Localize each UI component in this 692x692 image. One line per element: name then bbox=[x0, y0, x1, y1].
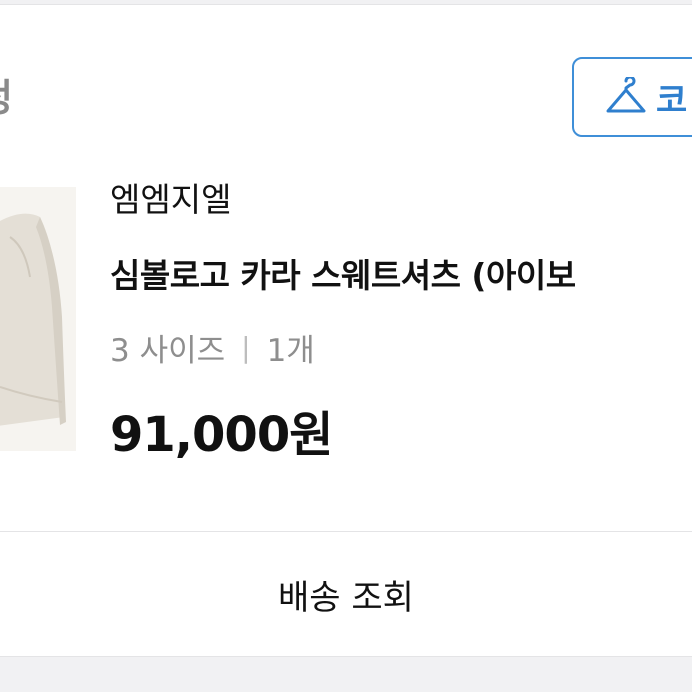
product-price: 91,000원 bbox=[110, 407, 333, 463]
order-status-title: 정 bbox=[0, 67, 13, 122]
section-divider bbox=[0, 658, 692, 692]
hanger-icon bbox=[606, 77, 646, 113]
option-separator: | bbox=[241, 331, 251, 364]
order-card: 정 코 엠엠지엘 심볼로고 카라 스웨트셔츠 (아이보 3 사이즈 | 1개 9… bbox=[0, 4, 692, 532]
shipping-track-button[interactable]: 배송 조회 bbox=[0, 532, 692, 657]
product-name[interactable]: 심볼로고 카라 스웨트셔츠 (아이보 bbox=[110, 249, 576, 297]
quantity-label: 1개 bbox=[266, 333, 315, 369]
coordi-button[interactable]: 코 bbox=[572, 57, 692, 137]
shipping-track-label: 배송 조회 bbox=[278, 577, 414, 618]
product-options: 3 사이즈 | 1개 bbox=[110, 325, 315, 370]
product-brand[interactable]: 엠엠지엘 bbox=[110, 173, 231, 221]
coordi-button-label: 코 bbox=[656, 80, 688, 121]
sweatshirt-image bbox=[0, 187, 76, 451]
size-label: 3 사이즈 bbox=[110, 333, 226, 369]
product-thumbnail[interactable] bbox=[0, 187, 76, 451]
